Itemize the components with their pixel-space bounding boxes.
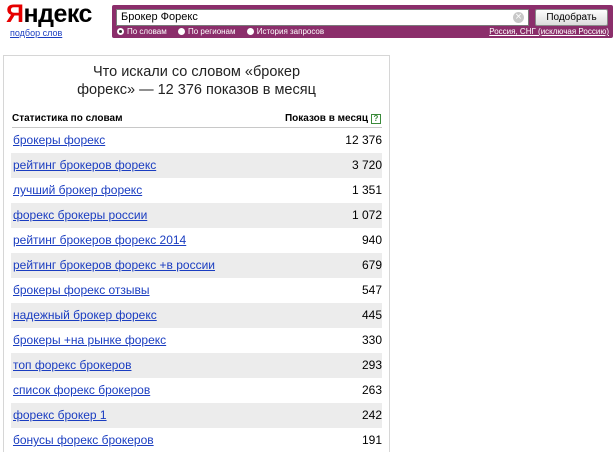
keyword-link[interactable]: рейтинг брокеров форекс +в россии: [13, 253, 215, 278]
logo-first-letter: Я: [6, 0, 24, 28]
radio-label: По регионам: [187, 27, 236, 36]
impressions-count: 1 072: [351, 208, 382, 222]
radio-label: История запросов: [256, 27, 325, 36]
submit-button[interactable]: Подобрать: [535, 9, 608, 26]
column-header-words: Статистика по словам: [12, 113, 123, 124]
column-header-impressions-label: Показов в месяц: [284, 113, 368, 124]
keyword-link[interactable]: топ форекс брокеров: [13, 353, 131, 378]
clear-icon[interactable]: ×: [513, 12, 524, 23]
keyword-link[interactable]: лучший брокер форекс: [13, 178, 142, 203]
search-input[interactable]: Брокер Форекс ×: [116, 9, 529, 26]
logo-rest: ндекс: [23, 0, 92, 28]
impressions-count: 242: [361, 408, 382, 422]
table-row: бонусы форекс брокеров 191: [11, 428, 382, 452]
help-icon[interactable]: ?: [371, 113, 381, 124]
impressions-count: 293: [361, 358, 382, 372]
keyword-link[interactable]: форекс брокеры россии: [13, 203, 147, 228]
radio-by-regions[interactable]: По регионам: [177, 27, 236, 36]
keyword-link[interactable]: список форекс брокеров: [13, 378, 150, 403]
region-link[interactable]: Россия, СНГ (исключая Россию): [489, 27, 609, 36]
keyword-link[interactable]: брокеры форекс: [13, 128, 105, 153]
radio-dot-icon: [246, 28, 254, 35]
table-row: брокеры форекс отзывы 547: [11, 278, 382, 303]
impressions-count: 679: [361, 258, 382, 272]
results-table: брокеры форекс 12 376 рейтинг брокеров фор…: [11, 128, 382, 452]
wordstat-link[interactable]: подбор слов: [10, 28, 62, 38]
impressions-count: 12 376: [345, 133, 382, 147]
search-bar: Брокер Форекс × Подобрать По словам По р…: [112, 5, 613, 38]
results-panel: Что искали со словом «брокер форекс» — 1…: [3, 55, 390, 452]
keyword-link[interactable]: рейтинг брокеров форекс: [13, 153, 156, 178]
keyword-link[interactable]: брокеры форекс отзывы: [13, 278, 150, 303]
impressions-count: 3 720: [351, 158, 382, 172]
table-row: надежный брокер форекс 445: [11, 303, 382, 328]
yandex-logo[interactable]: Яндекс: [6, 1, 92, 27]
table-header: Статистика по словам Показов в месяц ?: [12, 113, 381, 124]
search-query: Брокер Форекс: [121, 11, 198, 23]
radio-query-history[interactable]: История запросов: [246, 27, 325, 36]
keyword-link[interactable]: рейтинг брокеров форекс 2014: [13, 228, 186, 253]
impressions-count: 547: [361, 283, 382, 297]
table-row: брокеры форекс 12 376: [11, 128, 382, 153]
table-row: форекс брокеры россии 1 072: [11, 203, 382, 228]
keyword-link[interactable]: форекс брокер 1: [13, 403, 107, 428]
panel-title: Что искали со словом «брокер форекс» — 1…: [4, 63, 389, 99]
search-mode-radios: По словам По регионам История запросов: [117, 27, 333, 37]
table-row: рейтинг брокеров форекс 3 720: [11, 153, 382, 178]
impressions-count: 263: [361, 383, 382, 397]
impressions-count: 1 351: [351, 183, 382, 197]
radio-label: По словам: [127, 27, 167, 36]
impressions-count: 940: [361, 233, 382, 247]
radio-dot-icon: [117, 28, 124, 35]
radio-by-words[interactable]: По словам: [117, 27, 167, 36]
column-header-impressions: Показов в месяц ?: [285, 113, 381, 124]
table-row: лучший брокер форекс 1 351: [11, 178, 382, 203]
table-row: брокеры +на рынке форекс 330: [11, 328, 382, 353]
keyword-link[interactable]: брокеры +на рынке форекс: [13, 328, 166, 353]
impressions-count: 191: [361, 433, 382, 447]
impressions-count: 445: [361, 308, 382, 322]
impressions-count: 330: [361, 333, 382, 347]
table-row: топ форекс брокеров 293: [11, 353, 382, 378]
table-row: рейтинг брокеров форекс 2014 940: [11, 228, 382, 253]
keyword-link[interactable]: надежный брокер форекс: [13, 303, 157, 328]
panel-title-text: Что искали со словом «брокер форекс» — 1…: [77, 64, 316, 98]
table-row: форекс брокер 1 242: [11, 403, 382, 428]
table-row: рейтинг брокеров форекс +в россии 679: [11, 253, 382, 278]
radio-dot-icon: [177, 28, 185, 35]
keyword-link[interactable]: бонусы форекс брокеров: [13, 428, 154, 452]
table-row: список форекс брокеров 263: [11, 378, 382, 403]
